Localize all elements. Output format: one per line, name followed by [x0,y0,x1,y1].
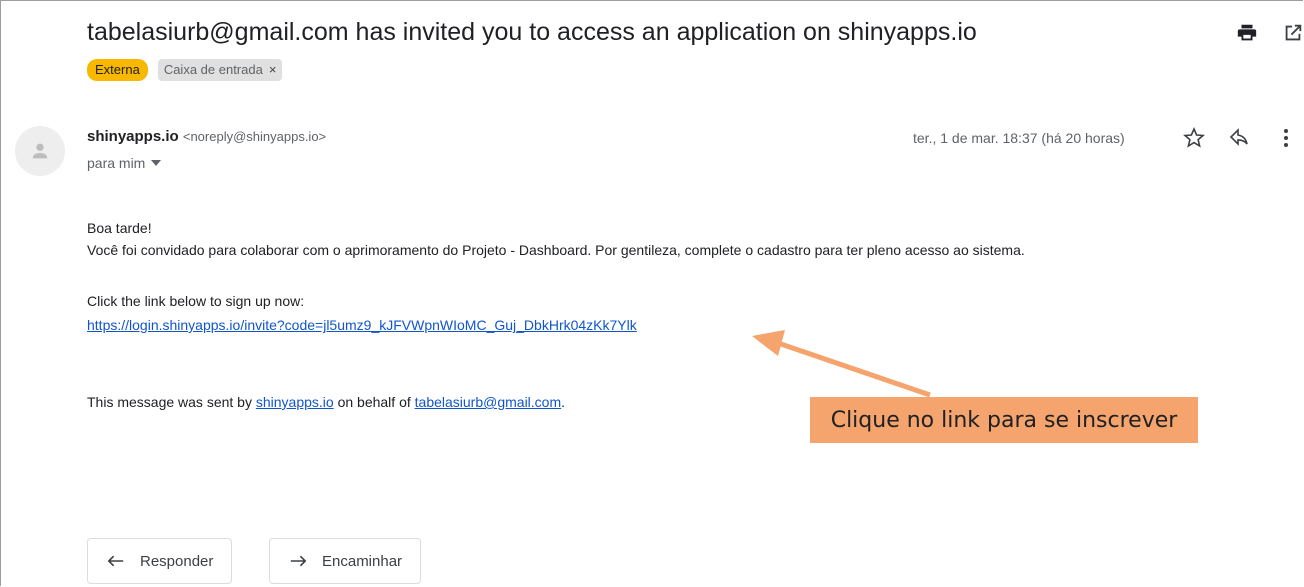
forward-button-label: Encaminhar [322,552,403,570]
callout-box: Clique no link para se inscrever [810,397,1198,443]
forward-icon [290,555,307,567]
reply-arrow-icon [107,555,124,567]
reply-button[interactable]: Responder [87,538,233,584]
forward-button[interactable]: Encaminhar [269,538,422,584]
callout-arrow [752,330,931,398]
reply-button-label: Responder [140,552,214,570]
